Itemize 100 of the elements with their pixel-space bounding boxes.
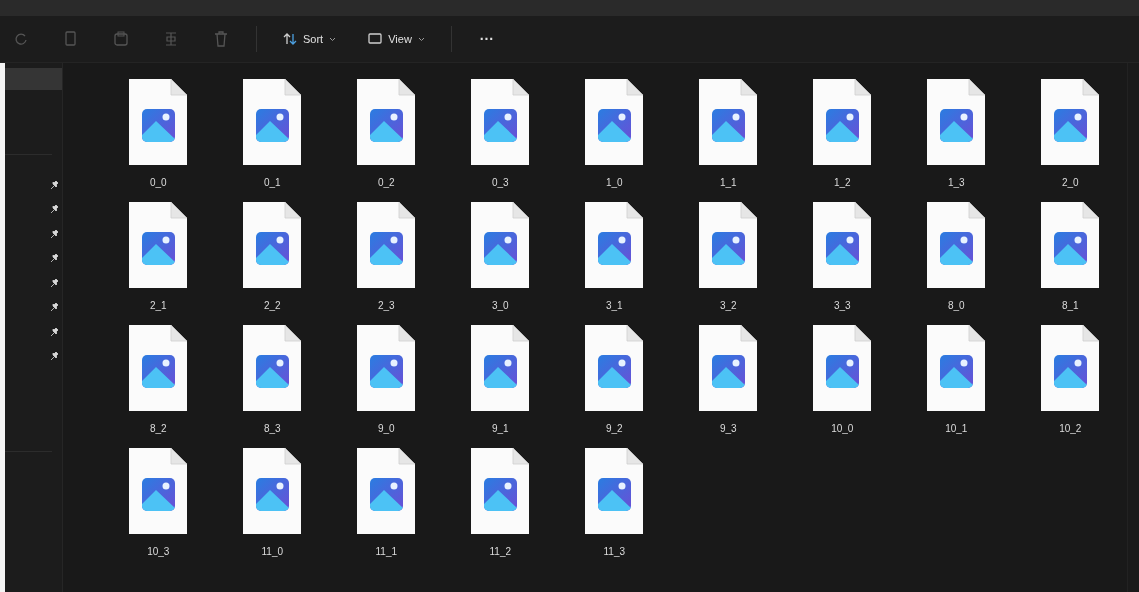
file-name: 0_0	[149, 177, 167, 188]
file-name: 9_0	[377, 423, 395, 434]
file-name: 0_1	[263, 177, 281, 188]
file-item[interactable]: 2_3	[329, 202, 444, 311]
file-name: 0_2	[377, 177, 395, 188]
file-name: 2_3	[377, 300, 395, 311]
image-file-icon	[699, 325, 758, 411]
file-name: 9_3	[719, 423, 737, 434]
file-item[interactable]: 3_1	[557, 202, 672, 311]
view-icon	[368, 33, 383, 45]
file-item[interactable]: 3_2	[671, 202, 786, 311]
file-item[interactable]: 10_0	[785, 325, 900, 434]
copy-icon	[64, 31, 78, 47]
file-name: 2_0	[1061, 177, 1079, 188]
pin-icon[interactable]	[50, 327, 60, 337]
pin-icon[interactable]	[50, 254, 60, 264]
file-name: 1_1	[719, 177, 737, 188]
image-file-icon	[471, 202, 530, 288]
file-name: 8_0	[947, 300, 965, 311]
image-file-icon	[129, 79, 188, 165]
image-file-icon	[813, 79, 872, 165]
file-item[interactable]: 3_3	[785, 202, 900, 311]
image-file-icon	[699, 79, 758, 165]
file-item[interactable]: 9_0	[329, 325, 444, 434]
image-file-icon	[1041, 79, 1100, 165]
file-name: 9_1	[491, 423, 509, 434]
image-file-icon	[243, 325, 302, 411]
file-item[interactable]: 10_3	[101, 448, 216, 557]
image-file-icon	[357, 448, 416, 534]
file-item[interactable]: 1_2	[785, 79, 900, 188]
file-item[interactable]: 11_3	[557, 448, 672, 557]
file-item[interactable]: 0_3	[443, 79, 558, 188]
pin-icon[interactable]	[50, 229, 60, 239]
image-file-icon	[927, 79, 986, 165]
file-name: 11_2	[489, 546, 512, 557]
file-name: 0_3	[491, 177, 509, 188]
pin-icon[interactable]	[50, 205, 60, 215]
file-item[interactable]: 8_0	[899, 202, 1014, 311]
file-item[interactable]: 0_2	[329, 79, 444, 188]
image-file-icon	[129, 325, 188, 411]
file-name: 11_3	[603, 546, 626, 557]
file-item[interactable]: 8_1	[1013, 202, 1128, 311]
sort-button[interactable]: Sort	[277, 28, 343, 50]
file-item[interactable]: 2_0	[1013, 79, 1128, 188]
pin-icon[interactable]	[50, 352, 60, 362]
file-item[interactable]: 3_0	[443, 202, 558, 311]
file-item[interactable]: 9_1	[443, 325, 558, 434]
file-item[interactable]: 2_1	[101, 202, 216, 311]
file-item[interactable]: 2_2	[215, 202, 330, 311]
image-file-icon	[699, 202, 758, 288]
file-item[interactable]: 1_3	[899, 79, 1014, 188]
view-button[interactable]: View	[362, 29, 431, 49]
file-item[interactable]: 10_2	[1013, 325, 1128, 434]
image-file-icon	[471, 79, 530, 165]
caret-icon	[329, 36, 337, 42]
file-item[interactable]: 10_1	[899, 325, 1014, 434]
image-file-icon	[1041, 202, 1100, 288]
file-item[interactable]: 9_2	[557, 325, 672, 434]
file-name: 8_2	[149, 423, 167, 434]
image-file-icon	[129, 448, 188, 534]
file-item[interactable]: 8_3	[215, 325, 330, 434]
image-file-icon	[813, 202, 872, 288]
image-file-icon	[357, 202, 416, 288]
file-item[interactable]: 11_1	[329, 448, 444, 557]
image-file-icon	[243, 202, 302, 288]
file-item[interactable]: 0_1	[215, 79, 330, 188]
file-item[interactable]: 0_0	[101, 79, 216, 188]
image-file-icon	[585, 202, 644, 288]
image-file-icon	[927, 202, 986, 288]
file-item[interactable]: 9_3	[671, 325, 786, 434]
file-name: 10_3	[147, 546, 170, 557]
file-name: 2_2	[263, 300, 281, 311]
pin-icon[interactable]	[50, 303, 60, 313]
file-item[interactable]: 11_0	[215, 448, 330, 557]
rename-icon	[164, 31, 178, 47]
pin-icon[interactable]	[50, 278, 60, 288]
pin-icon[interactable]	[50, 180, 60, 190]
file-name: 1_3	[947, 177, 965, 188]
file-name: 10_0	[831, 423, 854, 434]
image-file-icon	[927, 325, 986, 411]
more-button[interactable]: ···	[471, 27, 502, 51]
file-name: 10_2	[1059, 423, 1082, 434]
image-file-icon	[357, 79, 416, 165]
caret-icon	[417, 36, 425, 42]
file-item[interactable]: 8_2	[101, 325, 216, 434]
file-item[interactable]: 1_0	[557, 79, 672, 188]
file-item[interactable]: 1_1	[671, 79, 786, 188]
image-file-icon	[471, 448, 530, 534]
file-item[interactable]: 11_2	[443, 448, 558, 557]
file-name: 10_1	[945, 423, 968, 434]
image-file-icon	[585, 79, 644, 165]
trash-icon	[214, 31, 228, 47]
file-name: 3_1	[605, 300, 623, 311]
sort-icon	[283, 32, 297, 46]
file-name: 1_2	[833, 177, 851, 188]
file-name: 1_0	[605, 177, 623, 188]
image-file-icon	[357, 325, 416, 411]
image-file-icon	[471, 325, 530, 411]
file-name: 11_1	[375, 546, 398, 557]
image-file-icon	[243, 79, 302, 165]
